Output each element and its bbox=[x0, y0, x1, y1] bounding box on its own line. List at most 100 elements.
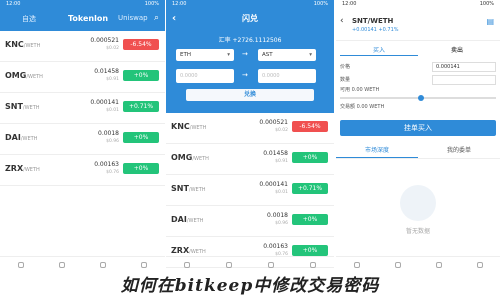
status-time: 12:00 bbox=[172, 1, 187, 7]
status-bar: 12:00 100% bbox=[0, 0, 165, 9]
pair-price: 0.000141 bbox=[259, 181, 288, 188]
status-bar: 12:00 100% bbox=[166, 0, 334, 9]
nav-market-icon[interactable] bbox=[226, 261, 232, 268]
pair-symbol: KNC/WETH bbox=[171, 122, 207, 131]
change-badge: +0% bbox=[123, 70, 159, 81]
pair-fiat-price: $0.91 bbox=[275, 159, 288, 164]
amount-label: 数量 bbox=[340, 77, 351, 83]
change-badge: +0% bbox=[123, 163, 159, 174]
nav-market-icon[interactable] bbox=[394, 261, 401, 268]
pair-price: 0.000141 bbox=[90, 99, 119, 106]
swap-arrow-icon[interactable]: → bbox=[242, 50, 248, 58]
empty-state-icon bbox=[400, 185, 436, 221]
status-time: 12:00 bbox=[6, 1, 21, 7]
list-item[interactable]: ZRX/WETH 0.00163 $0.76 +0% bbox=[0, 155, 165, 186]
order-form: 价格 0.000141 数量 可用 0.00 WETH 交易额 0.00 WET… bbox=[336, 56, 500, 114]
tab-buy[interactable]: 买入 bbox=[340, 45, 418, 56]
pair-fiat-price: $0.01 bbox=[106, 108, 119, 113]
pair-change: +0.00141 +0.71% bbox=[352, 27, 399, 33]
pair-header: ‹ SNT/WETH +0.00141 +0.71% ▤ bbox=[336, 9, 500, 41]
pair-fiat-price: $0.02 bbox=[106, 46, 119, 51]
exchange-rate: 汇率 +2726.1112506 bbox=[218, 37, 282, 44]
swap-button[interactable]: 兑换 bbox=[186, 89, 314, 101]
pair-fiat-price: $0.02 bbox=[275, 128, 288, 133]
list-item[interactable]: SNT/WETH 0.000141 $0.01 +0.71% bbox=[0, 93, 165, 124]
price-input[interactable]: 0.000141 bbox=[432, 61, 496, 72]
arrow-right-icon: → bbox=[242, 71, 248, 79]
pair-symbol: SNT/WETH bbox=[5, 102, 40, 111]
from-amount-input[interactable]: 0.0000 bbox=[176, 69, 234, 83]
pair-price: 0.01458 bbox=[263, 150, 288, 157]
pair-fiat-price: $0.76 bbox=[106, 170, 119, 175]
pair-price: 0.00163 bbox=[94, 161, 119, 168]
swap-card: 汇率 +2726.1112506 ETH ▾ → AST ▾ 0.0000 → 0.… bbox=[166, 31, 334, 113]
pair-fiat-price: $0.01 bbox=[275, 190, 288, 195]
list-item[interactable]: KNC/WETH 0.000521 $0.02 -6.54% bbox=[0, 31, 165, 62]
pair-price: 0.0018 bbox=[98, 130, 119, 137]
empty-state-text: 暂无数据 bbox=[405, 228, 430, 235]
nav-profile-icon[interactable] bbox=[476, 261, 483, 268]
nav-profile-icon[interactable] bbox=[141, 261, 148, 268]
tab-sell[interactable]: 卖出 bbox=[418, 45, 496, 56]
tab-tokenlon[interactable]: Tokenlon bbox=[68, 14, 108, 23]
tab-my-orders[interactable]: 我的委单 bbox=[418, 144, 500, 158]
pair-fiat-price: $0.91 bbox=[106, 77, 119, 82]
tab-favorites[interactable]: 自选 bbox=[22, 14, 36, 24]
nav-wallet-icon[interactable] bbox=[184, 261, 190, 268]
depth-orders-tabs: 市场深度 我的委单 bbox=[336, 144, 500, 159]
nav-wallet-icon[interactable] bbox=[353, 261, 360, 268]
amount-input[interactable] bbox=[432, 74, 496, 85]
pair-symbol: OMG/WETH bbox=[5, 71, 43, 80]
list-item[interactable]: OMG/WETH 0.01458 $0.91 +0% bbox=[166, 144, 334, 175]
market-list: KNC/WETH 0.000521 $0.02 -6.54% OMG/WETH 0.014… bbox=[166, 113, 334, 268]
change-badge: +0% bbox=[292, 152, 328, 163]
amount-slider[interactable] bbox=[340, 95, 496, 101]
nav-wallet-icon[interactable] bbox=[17, 261, 24, 268]
nav-market-icon[interactable] bbox=[58, 261, 65, 268]
place-buy-order-button[interactable]: 挂单买入 bbox=[340, 120, 496, 136]
change-badge: +0.71% bbox=[292, 183, 328, 194]
change-badge: +0% bbox=[123, 132, 159, 143]
list-item[interactable]: KNC/WETH 0.000521 $0.02 -6.54% bbox=[166, 113, 334, 144]
tab-uniswap[interactable]: Uniswap bbox=[118, 14, 148, 22]
pair-price: 0.0018 bbox=[267, 212, 288, 219]
available-balance: 可用 0.00 WETH bbox=[340, 87, 380, 93]
change-badge: -6.54% bbox=[123, 39, 159, 50]
pair-fiat-price: $0.96 bbox=[275, 221, 288, 226]
to-amount-input[interactable]: 0.0000 bbox=[258, 69, 316, 83]
chart-icon[interactable]: ▤ bbox=[486, 17, 494, 26]
list-item[interactable]: DAI/WETH 0.0018 $0.96 +0% bbox=[166, 206, 334, 237]
change-badge: -6.54% bbox=[292, 121, 328, 132]
slider-knob[interactable] bbox=[418, 95, 424, 101]
back-icon[interactable]: ‹ bbox=[172, 9, 176, 29]
swap-header: ‹ 闪兑 bbox=[166, 9, 334, 31]
pair-symbol: ZRX/WETH bbox=[171, 246, 206, 255]
trade-panel: 12:00 100% ‹ SNT/WETH +0.00141 +0.71% ▤ … bbox=[336, 0, 500, 272]
pair-price: 0.01458 bbox=[94, 68, 119, 75]
pair-symbol: DAI/WETH bbox=[171, 215, 204, 224]
status-bar: 12:00 100% bbox=[336, 0, 500, 9]
pair-price: 0.000521 bbox=[259, 119, 288, 126]
status-battery: 100% bbox=[313, 1, 328, 7]
pair-symbol: SNT/WETH bbox=[171, 184, 206, 193]
to-token-select[interactable]: AST ▾ bbox=[258, 49, 316, 61]
pair-price: 0.000521 bbox=[90, 37, 119, 44]
list-item[interactable]: DAI/WETH 0.0018 $0.96 +0% bbox=[0, 124, 165, 155]
caption-title: 如何在bitkeep中修改交易密码 bbox=[120, 276, 380, 296]
nav-discover-icon[interactable] bbox=[268, 261, 274, 268]
nav-discover-icon[interactable] bbox=[435, 261, 442, 268]
search-icon[interactable]: ⌕ bbox=[154, 13, 159, 23]
nav-profile-icon[interactable] bbox=[310, 261, 316, 268]
nav-discover-icon[interactable] bbox=[100, 261, 107, 268]
pair-price: 0.00163 bbox=[263, 243, 288, 250]
status-battery: 100% bbox=[479, 1, 494, 7]
pair-symbol: KNC/WETH bbox=[5, 40, 41, 49]
tab-market-depth[interactable]: 市场深度 bbox=[336, 144, 418, 158]
list-item[interactable]: SNT/WETH 0.000141 $0.01 +0.71% bbox=[166, 175, 334, 206]
back-icon[interactable]: ‹ bbox=[340, 16, 344, 26]
buy-sell-toggle: 买入 卖出 bbox=[340, 45, 496, 56]
from-token-select[interactable]: ETH ▾ bbox=[176, 49, 234, 61]
change-badge: +0% bbox=[292, 214, 328, 225]
chevron-down-icon: ▾ bbox=[227, 52, 230, 58]
list-item[interactable]: OMG/WETH 0.01458 $0.91 +0% bbox=[0, 62, 165, 93]
